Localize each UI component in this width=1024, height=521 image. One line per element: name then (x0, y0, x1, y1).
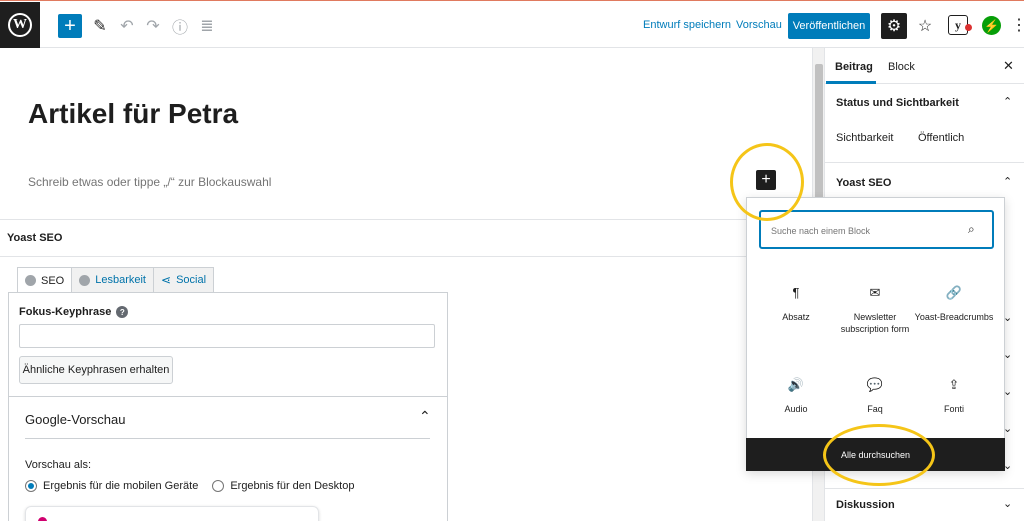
mobile-radio[interactable] (25, 480, 37, 492)
close-icon[interactable]: ✕ (1003, 58, 1014, 74)
focus-keyphrase-label: Fokus-Keyphrase ? (19, 306, 129, 318)
envelope-icon: ✉ (869, 285, 881, 300)
preview-button[interactable]: Vorschau (736, 19, 782, 31)
tab-readability[interactable]: Lesbarkeit (71, 267, 154, 292)
tools-pencil-icon[interactable]: ✎ (88, 14, 112, 38)
post-title[interactable]: Artikel für Petra (28, 98, 238, 130)
wordpress-logo-button[interactable]: W (0, 2, 40, 48)
block-item-faq[interactable]: 💬 Faq (835, 377, 915, 415)
tab-block[interactable]: Block (888, 61, 915, 73)
redo-icon[interactable]: ↷ (141, 14, 165, 38)
readability-score-icon (79, 274, 91, 286)
tab-label: SEO (41, 274, 65, 287)
active-tab-indicator (826, 81, 876, 84)
section-divider (9, 396, 447, 397)
related-keyphrases-button[interactable]: Ähnliche Keyphrasen erhalten (19, 356, 173, 384)
block-placeholder[interactable]: Schreib etwas oder tippe „/“ zur Blockau… (28, 175, 271, 189)
block-item-paragraph[interactable]: ¶ Absatz (756, 285, 836, 323)
visibility-label: Sichtbarkeit (836, 132, 894, 144)
block-label: Newsletter subscription form (840, 312, 910, 334)
inline-add-block-button[interactable]: + (756, 170, 776, 190)
publish-button[interactable]: Veröffentlichen (788, 13, 870, 39)
tab-social[interactable]: ⋖ Social (153, 267, 215, 292)
metabox-divider (0, 219, 812, 220)
tab-seo[interactable]: SEO (17, 267, 73, 293)
discussion-header[interactable]: Diskussion (836, 499, 895, 511)
chevron-up-icon[interactable]: ⌃ (1003, 175, 1012, 188)
help-icon[interactable]: ? (116, 306, 129, 318)
focus-keyphrase-input[interactable] (19, 324, 435, 348)
sidebar-tabs: Beitrag Block (824, 48, 1024, 84)
star-icon[interactable]: ☆ (913, 14, 937, 38)
sidebar-divider (824, 162, 1024, 163)
tab-label: Lesbarkeit (95, 274, 146, 286)
seo-score-icon (25, 275, 36, 286)
favicon-icon (38, 517, 47, 521)
jetpack-icon[interactable]: ⚡ (982, 16, 1001, 35)
block-item-yoast-breadcrumbs[interactable]: 🔗 Yoast-Breadcrumbs (914, 285, 994, 323)
desktop-radio-label[interactable]: Ergebnis für den Desktop (230, 480, 354, 492)
preview-mode-radios: Ergebnis für die mobilen Geräte Ergebnis… (25, 480, 354, 492)
google-snippet-preview[interactable] (25, 506, 319, 521)
yoast-sidebar-header[interactable]: Yoast SEO (836, 177, 891, 189)
paragraph-icon: ¶ (792, 285, 800, 300)
browse-all-button[interactable]: Alle durchsuchen (746, 438, 1005, 471)
block-label: Audio (784, 404, 808, 414)
info-icon[interactable]: ⓘ (168, 14, 192, 38)
block-label: Faq (867, 404, 883, 414)
undo-icon[interactable]: ↶ (115, 14, 139, 38)
block-item-newsletter[interactable]: ✉ Newsletter subscription form (835, 285, 915, 335)
save-draft-button[interactable]: Entwurf speichern (643, 19, 731, 31)
preview-as-label: Vorschau als: (25, 459, 92, 471)
chevron-up-icon[interactable]: ⌃ (1003, 95, 1012, 108)
share-icon: ⋖ (161, 273, 172, 287)
top-toolbar: W + ✎ ↶ ↷ ⓘ ≣ Entwurf speichern Vorschau… (0, 2, 1024, 48)
yoast-metabox-title[interactable]: Yoast SEO (7, 232, 62, 244)
block-item-fonti[interactable]: ⇪ Fonti (914, 377, 994, 415)
label-text: Fokus-Keyphrase (19, 306, 112, 318)
section-divider (25, 438, 430, 439)
metabox-divider (0, 256, 812, 257)
chevron-down-icon[interactable]: ⌄ (1003, 497, 1012, 510)
audio-icon: 🔊 (787, 377, 805, 392)
tab-label: Social (176, 274, 207, 286)
wordpress-icon: W (8, 13, 32, 37)
link-icon: 🔗 (945, 285, 963, 300)
desktop-radio[interactable] (212, 480, 225, 492)
yoast-status-dot (965, 24, 972, 31)
yoast-tabs: SEO Lesbarkeit ⋖ Social (17, 267, 215, 293)
search-icon: ⌕ (968, 222, 975, 236)
outline-list-icon[interactable]: ≣ (195, 14, 219, 38)
search-placeholder: Suche nach einem Block (771, 226, 871, 236)
google-preview-title[interactable]: Google-Vorschau (25, 412, 125, 427)
settings-gear-icon[interactable]: ⚙ (881, 13, 907, 39)
status-visibility-header[interactable]: Status und Sichtbarkeit (836, 97, 959, 109)
block-label: Absatz (782, 312, 810, 322)
share-icon: ⇪ (948, 377, 960, 392)
sidebar-divider (824, 488, 1024, 489)
visibility-value[interactable]: Öffentlich (918, 132, 964, 144)
add-block-button[interactable]: + (58, 14, 82, 38)
tab-post[interactable]: Beitrag (835, 61, 873, 73)
more-options-icon[interactable]: ⋮ (1011, 15, 1024, 35)
block-label: Yoast-Breadcrumbs (914, 312, 994, 322)
chevron-up-icon[interactable]: ⌃ (419, 408, 431, 425)
block-label: Fonti (943, 404, 964, 414)
block-item-audio[interactable]: 🔊 Audio (756, 377, 836, 415)
mobile-radio-label[interactable]: Ergebnis für die mobilen Geräte (43, 480, 198, 492)
faq-icon: 💬 (866, 377, 884, 392)
